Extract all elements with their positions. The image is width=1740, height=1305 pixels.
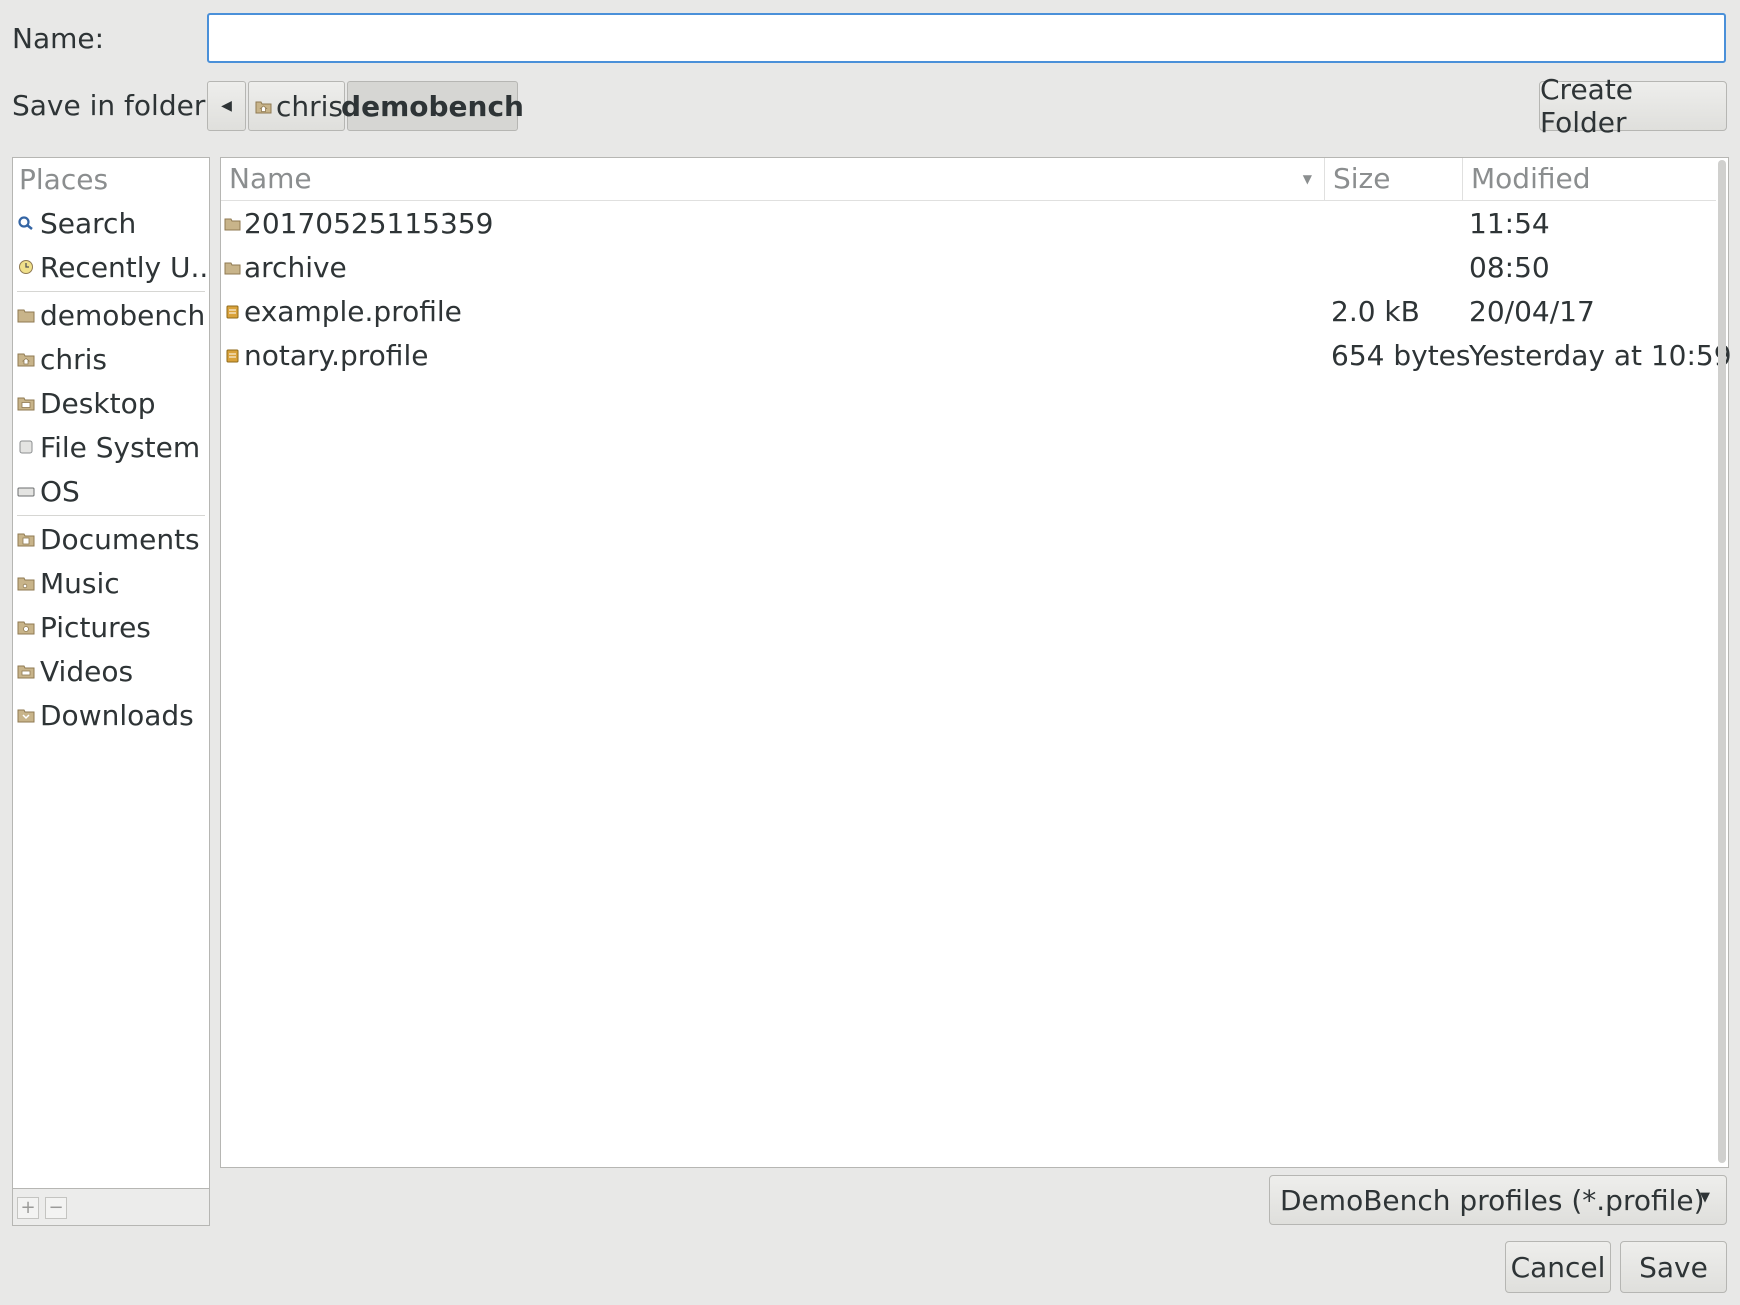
- sidebar-separator: [17, 515, 205, 516]
- sidebar-item-documents[interactable]: Documents: [13, 519, 209, 559]
- downloads-folder-icon: [17, 709, 35, 723]
- documents-folder-icon: [17, 533, 35, 547]
- sidebar-item-label: Desktop: [40, 386, 156, 420]
- breadcrumb-label: demobench: [341, 89, 524, 123]
- sidebar-item-label: Documents: [40, 522, 200, 556]
- file-size: 2.0 kB: [1331, 295, 1420, 328]
- file-modified: Yesterday at 10:59: [1469, 339, 1732, 372]
- column-header-size[interactable]: Size: [1325, 158, 1463, 200]
- drive-icon: [17, 487, 35, 497]
- sidebar-item-label: chris: [40, 342, 108, 376]
- sidebar-item-search[interactable]: Search: [13, 203, 209, 243]
- file-modified: 11:54: [1469, 207, 1550, 240]
- remove-bookmark-button[interactable]: −: [45, 1197, 67, 1219]
- folder-icon: [17, 309, 35, 323]
- sidebar-item-file-system[interactable]: File System: [13, 427, 209, 467]
- save-in-folder-label: Save in folder:: [12, 89, 215, 122]
- file-name: notary.profile: [244, 339, 429, 372]
- breadcrumb-back-button[interactable]: ◀: [207, 81, 246, 131]
- search-icon: [18, 216, 33, 230]
- file-row[interactable]: example.profile 2.0 kB 20/04/17: [221, 290, 1716, 334]
- column-header-label: Name: [229, 162, 312, 195]
- add-bookmark-button[interactable]: +: [17, 1197, 39, 1219]
- home-folder-icon: [255, 101, 272, 113]
- pictures-folder-icon: [17, 621, 35, 635]
- name-label: Name:: [12, 22, 105, 55]
- breadcrumb-demobench[interactable]: demobench: [341, 81, 524, 131]
- sidebar-item-desktop[interactable]: Desktop: [13, 383, 209, 423]
- sidebar-item-pictures[interactable]: Pictures: [13, 607, 209, 647]
- folder-icon: [224, 262, 241, 275]
- sidebar-item-downloads[interactable]: Downloads: [13, 695, 209, 735]
- file-name: example.profile: [244, 295, 462, 328]
- file-list[interactable]: Name ▼ Size Modified 20170525115359 11:5…: [220, 157, 1732, 1168]
- sort-arrow-icon: ▼: [1302, 172, 1312, 186]
- column-header-name[interactable]: Name ▼: [221, 158, 1325, 200]
- column-header-label: Modified: [1471, 162, 1591, 195]
- sidebar-item-recent[interactable]: Recently U...: [13, 247, 209, 287]
- sidebar-toolbar: + −: [13, 1188, 209, 1225]
- sidebar-item-chris[interactable]: chris: [13, 339, 209, 379]
- file-name: archive: [244, 251, 347, 284]
- chevron-left-icon: ◀: [221, 98, 232, 114]
- places-sidebar: Places Search Recently U... demobench ch…: [12, 157, 210, 1226]
- file-row[interactable]: notary.profile 654 bytes Yesterday at 10…: [221, 334, 1732, 378]
- home-folder-icon: [17, 353, 35, 367]
- file-name: 20170525115359: [244, 207, 494, 240]
- breadcrumb-label: chris: [276, 89, 344, 123]
- vertical-scrollbar[interactable]: [1718, 160, 1726, 1163]
- file-modified: 08:50: [1469, 251, 1550, 284]
- create-folder-button[interactable]: Create Folder: [1539, 73, 1727, 139]
- videos-folder-icon: [17, 665, 35, 679]
- sidebar-item-label: Downloads: [40, 698, 194, 732]
- column-header-label: Size: [1333, 162, 1391, 195]
- file-icon: [226, 305, 239, 319]
- sidebar-item-label: OS: [40, 474, 80, 508]
- sidebar-separator: [17, 291, 205, 292]
- sidebar-item-label: Search: [40, 206, 137, 240]
- sidebar-item-label: demobench: [40, 298, 206, 332]
- file-type-filter-select[interactable]: DemoBench profiles (*.profile) ▼: [1269, 1175, 1727, 1225]
- file-modified: 20/04/17: [1469, 295, 1595, 328]
- sidebar-item-label: Music: [40, 566, 120, 600]
- places-header: Places: [19, 163, 109, 196]
- music-folder-icon: [17, 577, 35, 591]
- column-header-row: Name ▼ Size Modified: [221, 158, 1716, 201]
- file-size: 654 bytes: [1331, 339, 1471, 372]
- breadcrumb-chris[interactable]: chris: [248, 81, 345, 131]
- sidebar-item-label: Videos: [40, 654, 134, 688]
- name-input[interactable]: [207, 13, 1726, 63]
- sidebar-item-label: File System: [40, 430, 201, 464]
- save-button[interactable]: Save: [1620, 1241, 1727, 1293]
- file-row[interactable]: archive 08:50: [221, 246, 1716, 290]
- sidebar-item-music[interactable]: Music: [13, 563, 209, 603]
- column-header-modified[interactable]: Modified: [1463, 158, 1716, 200]
- file-icon: [226, 349, 239, 363]
- sidebar-item-demobench[interactable]: demobench: [13, 295, 209, 335]
- folder-icon: [224, 218, 241, 231]
- drive-icon: [19, 440, 33, 454]
- sidebar-item-label: Pictures: [40, 610, 151, 644]
- filter-label: DemoBench profiles (*.profile): [1280, 1183, 1705, 1217]
- sidebar-item-os[interactable]: OS: [13, 471, 209, 511]
- desktop-folder-icon: [17, 397, 35, 411]
- chevron-down-icon: ▼: [1700, 1190, 1710, 1205]
- recent-icon: [19, 260, 33, 274]
- file-row[interactable]: 20170525115359 11:54: [221, 202, 1716, 246]
- sidebar-item-videos[interactable]: Videos: [13, 651, 209, 691]
- sidebar-item-label: Recently U...: [40, 250, 209, 284]
- cancel-button[interactable]: Cancel: [1505, 1241, 1611, 1293]
